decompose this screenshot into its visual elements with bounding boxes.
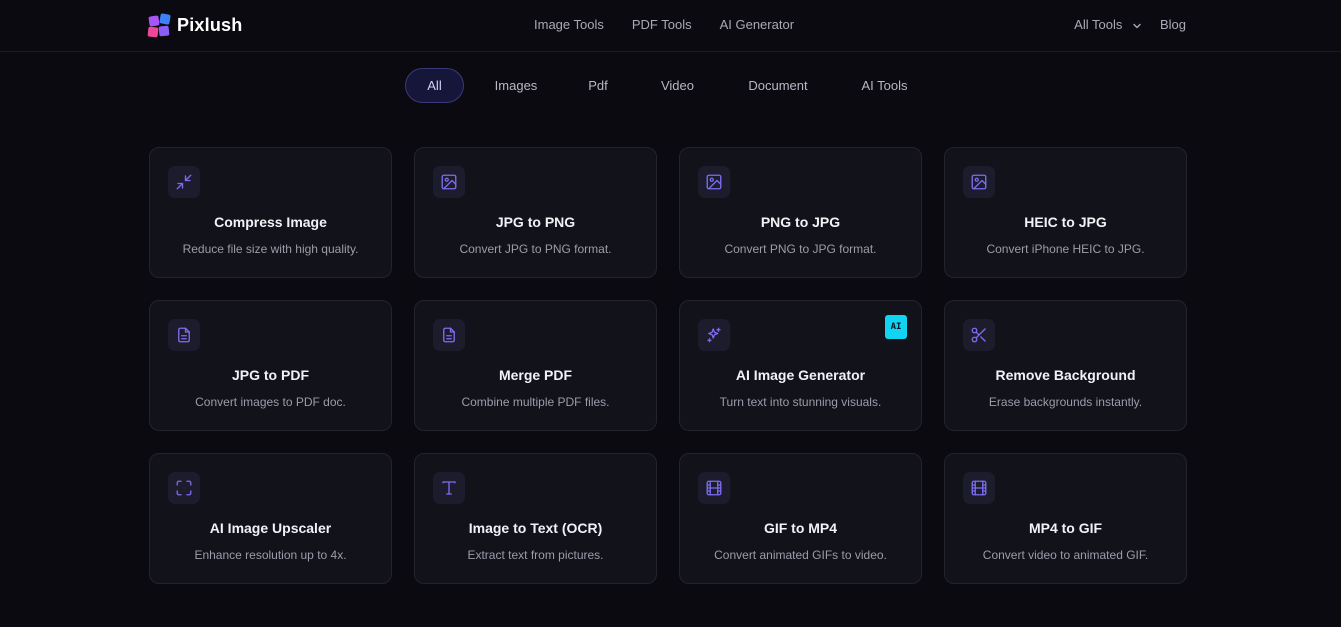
all-tools-label: All Tools xyxy=(1074,17,1123,32)
film-icon xyxy=(963,472,995,504)
card-title: Merge PDF xyxy=(498,367,573,383)
tab-document[interactable]: Document xyxy=(726,68,830,103)
right-nav: All Tools Blog xyxy=(1074,17,1186,32)
text-icon xyxy=(433,472,465,504)
card-description: Convert video to animated GIF. xyxy=(982,548,1149,562)
brand-name: Pixlush xyxy=(177,15,243,35)
card-title: JPG to PNG xyxy=(495,214,576,230)
category-tabs: All Images Pdf Video Document AI Tools xyxy=(405,68,939,103)
card-description: Reduce file size with high quality. xyxy=(182,242,359,256)
tool-card-gif-to-mp4[interactable]: GIF to MP4 Convert animated GIFs to vide… xyxy=(679,453,922,584)
card-description: Erase backgrounds instantly. xyxy=(988,395,1143,409)
tool-card-jpg-to-png[interactable]: JPG to PNG Convert JPG to PNG format. xyxy=(414,147,657,278)
tool-card-ai-image-upscaler[interactable]: AI Image Upscaler Enhance resolution up … xyxy=(149,453,392,584)
card-description: Turn text into stunning visuals. xyxy=(719,395,882,409)
card-title: Remove Background xyxy=(995,367,1136,383)
chevron-down-icon xyxy=(1133,23,1141,28)
nav-blog[interactable]: Blog xyxy=(1160,17,1186,32)
card-title: AI Image Upscaler xyxy=(209,520,332,536)
card-title: AI Image Generator xyxy=(735,367,866,383)
card-description: Convert images to PDF doc. xyxy=(195,395,346,409)
expand-frame-icon xyxy=(168,472,200,504)
nav-ai-generator[interactable]: AI Generator xyxy=(720,17,794,32)
card-title: HEIC to JPG xyxy=(1024,214,1107,230)
all-tools-dropdown[interactable]: All Tools xyxy=(1074,17,1142,32)
tool-card-jpg-to-pdf[interactable]: JPG to PDF Convert images to PDF doc. xyxy=(149,300,392,431)
compress-icon xyxy=(168,166,200,198)
card-description: Convert iPhone HEIC to JPG. xyxy=(986,242,1145,256)
logo-mark-icon xyxy=(147,12,171,38)
top-header: Pixlush Image Tools PDF Tools AI Generat… xyxy=(0,0,1341,52)
card-title: Compress Image xyxy=(214,214,327,230)
card-title: JPG to PDF xyxy=(231,367,309,383)
nav-pdf-tools[interactable]: PDF Tools xyxy=(632,17,692,32)
tool-card-heic-to-jpg[interactable]: HEIC to JPG Convert iPhone HEIC to JPG. xyxy=(944,147,1187,278)
tab-images[interactable]: Images xyxy=(465,68,567,103)
card-description: Combine multiple PDF files. xyxy=(461,395,610,409)
sparkles-icon xyxy=(698,319,730,351)
tools-grid: Compress Image Reduce file size with hig… xyxy=(149,147,1187,584)
tab-video[interactable]: Video xyxy=(629,68,726,103)
tool-card-ai-image-generator[interactable]: AI AI Image Generator Turn text into stu… xyxy=(679,300,922,431)
image-icon xyxy=(433,166,465,198)
card-title: PNG to JPG xyxy=(760,214,841,230)
image-icon xyxy=(963,166,995,198)
card-description: Extract text from pictures. xyxy=(467,548,604,562)
card-description: Enhance resolution up to 4x. xyxy=(194,548,347,562)
card-description: Convert PNG to JPG format. xyxy=(724,242,877,256)
tool-card-image-to-text[interactable]: Image to Text (OCR) Extract text from pi… xyxy=(414,453,657,584)
card-title: MP4 to GIF xyxy=(1028,520,1103,536)
film-icon xyxy=(698,472,730,504)
tab-all[interactable]: All xyxy=(405,68,464,103)
tool-card-mp4-to-gif[interactable]: MP4 to GIF Convert video to animated GIF… xyxy=(944,453,1187,584)
tool-card-png-to-jpg[interactable]: PNG to JPG Convert PNG to JPG format. xyxy=(679,147,922,278)
main-nav: Image Tools PDF Tools AI Generator xyxy=(534,17,794,32)
tool-card-remove-background[interactable]: Remove Background Erase backgrounds inst… xyxy=(944,300,1187,431)
scissors-icon xyxy=(963,319,995,351)
brand-logo[interactable]: Pixlush xyxy=(147,12,243,38)
card-description: Convert animated GIFs to video. xyxy=(714,548,887,562)
document-icon xyxy=(168,319,200,351)
tool-card-compress-image[interactable]: Compress Image Reduce file size with hig… xyxy=(149,147,392,278)
card-title: GIF to MP4 xyxy=(763,520,838,536)
document-icon xyxy=(433,319,465,351)
card-title: Image to Text (OCR) xyxy=(468,520,603,536)
tool-card-merge-pdf[interactable]: Merge PDF Combine multiple PDF files. xyxy=(414,300,657,431)
tab-ai-tools[interactable]: AI Tools xyxy=(830,68,939,103)
card-description: Convert JPG to PNG format. xyxy=(459,242,612,256)
nav-image-tools[interactable]: Image Tools xyxy=(534,17,604,32)
image-icon xyxy=(698,166,730,198)
tab-pdf[interactable]: Pdf xyxy=(567,68,629,103)
ai-badge: AI xyxy=(885,315,907,339)
